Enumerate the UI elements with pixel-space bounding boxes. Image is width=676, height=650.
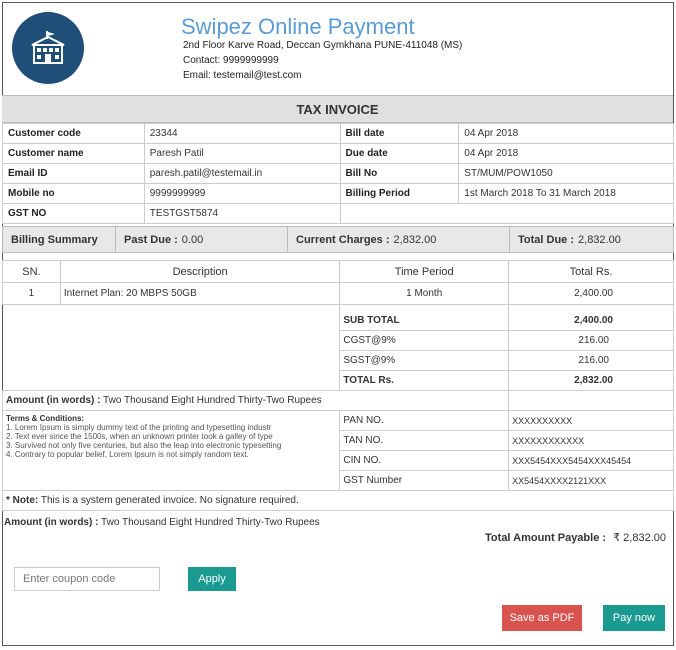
terms-conditions: Terms & Conditions: 1. Lorem Ipsum is si… (1, 410, 341, 491)
mobile-value: 9999999999 (143, 183, 341, 204)
customer-code-value: 23344 (143, 123, 341, 144)
col-total-header: Total Rs. (508, 260, 674, 283)
customer-name-label: Customer name (2, 143, 145, 164)
table-row: 1 Internet Plan: 20 MBPS 50GB 1 Month 2,… (2, 282, 674, 305)
cin-label: CIN NO. (339, 450, 510, 471)
billing-period-value: 1st March 2018 To 31 March 2018 (458, 183, 674, 204)
customer-name-value: Paresh Patil (143, 143, 341, 164)
gst-label: GST NO (2, 203, 145, 224)
gst-number-label: GST Number (339, 470, 510, 491)
bill-no-label: Bill No (339, 163, 460, 184)
blank-area (2, 304, 341, 391)
amount-in-words-footer-label: Amount (in words) : (4, 517, 99, 528)
save-as-pdf-button[interactable]: Save as PDF (502, 605, 582, 631)
row-total: 2,400.00 (508, 282, 674, 305)
total-due: Total Due : 2,832.00 (510, 227, 673, 252)
customer-code-label: Customer code (2, 123, 145, 144)
amount-in-words: Amount (in words) : Two Thousand Eight H… (1, 390, 510, 411)
tan-label: TAN NO. (339, 430, 510, 451)
total-value: 2,832.00 (508, 370, 674, 391)
billing-summary-label: Billing Summary (3, 227, 116, 252)
row-description: Internet Plan: 20 MBPS 50GB (59, 282, 341, 305)
line-items-table: SN. Description Time Period Total Rs. 1 … (1, 260, 674, 511)
billing-period-label: Billing Period (339, 183, 460, 204)
amount-in-words-value: Two Thousand Eight Hundred Thirty-Two Ru… (103, 395, 322, 406)
past-due: Past Due : 0.00 (116, 227, 288, 252)
email-value: paresh.patil@testemail.in (143, 163, 341, 184)
empty-cell (339, 203, 675, 224)
cgst-value: 216.00 (508, 330, 674, 351)
current-charges-value: 2,832.00 (393, 233, 437, 246)
amount-in-words-label: Amount (in words) : (6, 395, 101, 406)
sgst-label: SGST@9% (339, 350, 510, 371)
gst-value: TESTGST5874 (143, 203, 341, 224)
invoice-title: TAX INVOICE (2, 95, 673, 123)
col-period-header: Time Period (339, 260, 510, 283)
cin-value: XXX5454XXX5454XXX45454 (508, 450, 674, 471)
pay-now-button[interactable]: Pay now (603, 605, 665, 631)
sgst-value: 216.00 (508, 350, 674, 371)
gst-number-value: XX5454XXXX2121XXX (508, 470, 674, 491)
current-charges: Current Charges : 2,832.00 (288, 227, 510, 252)
tan-value: XXXXXXXXXXXX (508, 430, 674, 451)
due-date-value: 04 Apr 2018 (458, 143, 674, 164)
cgst-label: CGST@9% (339, 330, 510, 351)
terms-line: 1. Lorem Ipsum is simply dummy text of t… (6, 423, 272, 432)
company-logo (12, 12, 84, 84)
past-due-label: Past Due : (124, 233, 178, 246)
due-date-label: Due date (339, 143, 460, 164)
row-sn: 1 (2, 282, 61, 305)
subtotal-label: SUB TOTAL (339, 310, 510, 331)
subtotal-value: 2,400.00 (508, 310, 674, 331)
note-label: * Note: (6, 495, 39, 506)
company-address: 2nd Floor Karve Road, Deccan Gymkhana PU… (183, 40, 463, 51)
pan-label: PAN NO. (339, 410, 510, 431)
billing-summary-bar: Billing Summary Past Due : 0.00 Current … (2, 226, 674, 253)
terms-title: Terms & Conditions: (6, 414, 85, 423)
col-description-header: Description (59, 260, 341, 283)
col-sn-header: SN. (2, 260, 61, 283)
total-label: TOTAL Rs. (339, 370, 510, 391)
coupon-code-input[interactable] (14, 567, 160, 591)
amount-in-words-footer-value: Two Thousand Eight Hundred Thirty-Two Ru… (101, 517, 320, 528)
past-due-value: 0.00 (181, 233, 204, 246)
amount-in-words-footer: Amount (in words) : Two Thousand Eight H… (4, 517, 320, 528)
row-period: 1 Month (339, 282, 510, 305)
note-text: This is a system generated invoice. No s… (40, 495, 299, 506)
total-payable-value: 2,832.00 (623, 532, 666, 544)
total-amount-payable: Total Amount Payable : ₹ 2,832.00 (485, 531, 666, 544)
school-building-icon (31, 31, 65, 64)
terms-line: 2. Text ever since the 1500s, when an un… (6, 432, 273, 441)
company-email: Email: testemail@test.com (183, 70, 302, 81)
company-contact: Contact: 9999999999 (183, 55, 279, 66)
bill-no-value: ST/MUM/POW1050 (458, 163, 674, 184)
pan-value: XXXXXXXXXX (508, 410, 674, 431)
current-charges-label: Current Charges : (296, 233, 390, 246)
bill-date-value: 04 Apr 2018 (458, 123, 674, 144)
mobile-label: Mobile no (2, 183, 145, 204)
system-note: * Note: This is a system generated invoi… (2, 490, 674, 511)
terms-line: 4. Contrary to popular belief, Lorem Ips… (6, 450, 249, 459)
bill-date-label: Bill date (339, 123, 460, 144)
email-label: Email ID (2, 163, 145, 184)
rupee-icon: ₹ (613, 532, 621, 544)
apply-coupon-button[interactable]: Apply (188, 567, 236, 591)
customer-info-table: Customer code 23344 Bill date 04 Apr 201… (2, 123, 675, 224)
total-due-label: Total Due : (518, 233, 575, 246)
total-due-value: 2,832.00 (578, 233, 621, 246)
terms-line: 3. Survived not only five centuries, but… (6, 441, 282, 450)
total-payable-label: Total Amount Payable : (485, 532, 607, 544)
company-name: Swipez Online Payment (181, 14, 415, 39)
